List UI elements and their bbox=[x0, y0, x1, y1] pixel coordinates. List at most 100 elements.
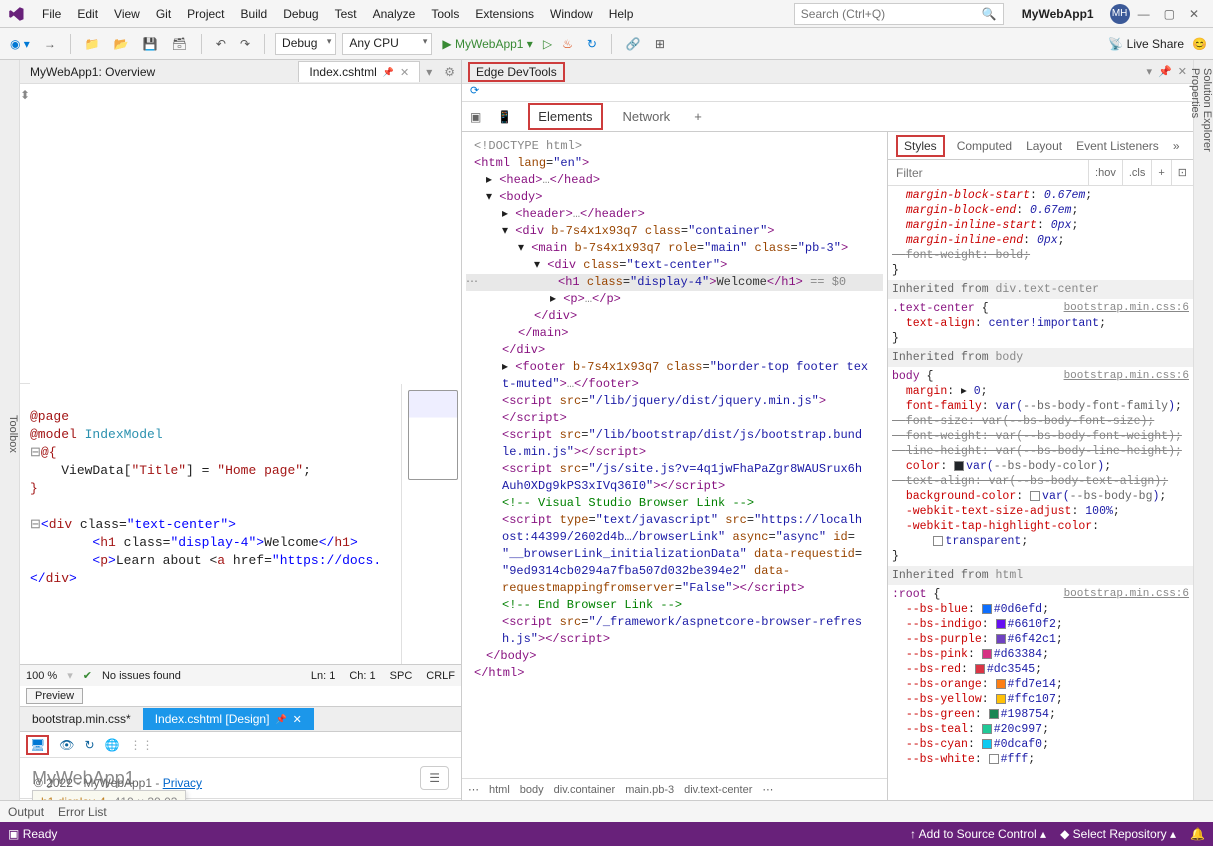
stab-events[interactable]: Event Listeners bbox=[1074, 134, 1161, 158]
user-avatar[interactable]: MH bbox=[1110, 4, 1130, 24]
search-box[interactable]: 🔍 bbox=[794, 3, 1004, 25]
device-icon[interactable]: 📱 bbox=[497, 110, 512, 124]
toolbox-rail[interactable]: Toolbox bbox=[0, 60, 20, 800]
menu-file[interactable]: File bbox=[34, 3, 69, 25]
devtab-add[interactable]: + bbox=[690, 103, 706, 130]
split-handle-icon[interactable]: ⬍ bbox=[20, 84, 30, 384]
search-input[interactable] bbox=[801, 7, 982, 21]
notifications-icon[interactable]: 🔔 bbox=[1190, 827, 1205, 841]
maximize-button[interactable]: ▢ bbox=[1164, 7, 1175, 21]
privacy-link[interactable]: Privacy bbox=[163, 776, 202, 790]
layout-icon[interactable]: ⊞ bbox=[651, 35, 669, 53]
crumb-body[interactable]: body bbox=[520, 784, 544, 796]
tab-bootstrap-css[interactable]: bootstrap.min.css* bbox=[20, 708, 143, 730]
code-editor[interactable]: ⬍ bbox=[20, 84, 461, 384]
inspect-icon[interactable]: ▣ bbox=[470, 110, 481, 124]
line-ending[interactable]: CRLF bbox=[426, 670, 455, 682]
feedback-icon[interactable]: 😊 bbox=[1192, 37, 1207, 51]
live-share-button[interactable]: 📡 Live Share bbox=[1108, 37, 1184, 51]
issues-text[interactable]: No issues found bbox=[102, 670, 181, 682]
new-rule-icon[interactable]: + bbox=[1151, 160, 1170, 185]
browser-link-icon[interactable]: 🔗 bbox=[622, 35, 645, 53]
new-project-icon[interactable]: 📁 bbox=[81, 35, 104, 53]
menu-tools[interactable]: Tools bbox=[423, 3, 467, 25]
save-all-icon[interactable]: 🗃 bbox=[168, 35, 191, 53]
redo-icon[interactable]: ↷ bbox=[236, 35, 254, 53]
stab-more-icon[interactable]: » bbox=[1171, 134, 1182, 158]
pin-icon[interactable]: 📌 bbox=[275, 714, 286, 725]
preview-button[interactable]: Preview bbox=[26, 688, 83, 704]
undo-icon[interactable]: ↶ bbox=[212, 35, 230, 53]
refresh-icon[interactable]: ↻ bbox=[583, 35, 601, 53]
close-button[interactable]: ✕ bbox=[1189, 7, 1199, 21]
search-icon[interactable]: 🔍 bbox=[982, 7, 997, 21]
menu-test[interactable]: Test bbox=[327, 3, 365, 25]
ln-col[interactable]: Ln: 1 bbox=[311, 670, 335, 682]
menu-build[interactable]: Build bbox=[233, 3, 276, 25]
add-source-control[interactable]: ↑ Add to Source Control ▴ bbox=[910, 827, 1046, 841]
hov-button[interactable]: :hov bbox=[1088, 160, 1122, 185]
menu-view[interactable]: View bbox=[106, 3, 148, 25]
preview-pane[interactable]: MyWebApp1 ☰ h1.display-4419 × 39.03 Welc… bbox=[20, 758, 461, 800]
devtab-network[interactable]: Network bbox=[619, 103, 675, 130]
tab-overview[interactable]: MyWebApp1: Overview bbox=[20, 62, 165, 82]
dom-tree[interactable]: <!DOCTYPE html> <html lang="en"> ▸ <head… bbox=[462, 132, 887, 778]
close-tab-icon[interactable]: ✕ bbox=[293, 713, 302, 726]
close-tab-icon[interactable]: ✕ bbox=[400, 66, 409, 79]
solution-explorer-rail[interactable]: Solution Explorer bbox=[1201, 68, 1213, 788]
crumb-div[interactable]: div.container bbox=[554, 784, 616, 796]
tab-index-cshtml[interactable]: Index.cshtml 📌 ✕ bbox=[298, 61, 420, 82]
stab-computed[interactable]: Computed bbox=[955, 134, 1014, 158]
tab-error-list[interactable]: Error List bbox=[58, 805, 107, 819]
tab-settings-icon[interactable]: ⚙ bbox=[438, 65, 461, 79]
cls-button[interactable]: .cls bbox=[1122, 160, 1152, 185]
menu-debug[interactable]: Debug bbox=[275, 3, 326, 25]
start-nodebug-button[interactable]: ▷ bbox=[543, 37, 552, 51]
stab-layout[interactable]: Layout bbox=[1024, 134, 1064, 158]
styles-rules[interactable]: margin-block-start: 0.67em; margin-block… bbox=[888, 186, 1193, 800]
nav-fwd-icon[interactable]: → bbox=[40, 35, 60, 53]
inspect-element-icon[interactable]: 🖥 bbox=[26, 735, 49, 755]
browser-icon[interactable]: 🌐 bbox=[105, 738, 120, 752]
indent-mode[interactable]: SPC bbox=[390, 670, 413, 682]
styles-filter-input[interactable] bbox=[888, 166, 1088, 180]
menu-edit[interactable]: Edit bbox=[69, 3, 106, 25]
pin-icon[interactable]: 📌 bbox=[383, 67, 394, 78]
color-picker-icon[interactable]: 👁 bbox=[59, 738, 74, 752]
crumb-main[interactable]: main.pb-3 bbox=[625, 784, 674, 796]
stab-styles[interactable]: Styles bbox=[896, 135, 945, 157]
hamburger-icon[interactable]: ☰ bbox=[420, 766, 449, 790]
code-content[interactable]: @page @model IndexModel ⊟@{ ViewData["Ti… bbox=[20, 384, 401, 664]
menu-analyze[interactable]: Analyze bbox=[365, 3, 424, 25]
devtab-elements[interactable]: Elements bbox=[528, 103, 602, 130]
tab-output[interactable]: Output bbox=[8, 805, 44, 819]
devtools-nav-icon[interactable]: ⟳ bbox=[462, 84, 1193, 102]
save-icon[interactable]: 💾 bbox=[139, 35, 162, 53]
dom-breadcrumbs[interactable]: ⋯ html body div.container main.pb-3 div.… bbox=[462, 778, 887, 800]
config-combo[interactable]: Debug bbox=[275, 33, 336, 55]
platform-combo[interactable]: Any CPU bbox=[342, 33, 432, 55]
menu-help[interactable]: Help bbox=[601, 3, 642, 25]
properties-rail[interactable]: Properties bbox=[1189, 68, 1201, 788]
open-icon[interactable]: 📂 bbox=[110, 35, 133, 53]
select-repository[interactable]: ◆ Select Repository ▴ bbox=[1060, 827, 1176, 841]
nav-back-icon[interactable]: ◉ ▾ bbox=[6, 35, 34, 53]
autohide-icon[interactable]: ▾ bbox=[1147, 65, 1153, 78]
minimize-button[interactable]: — bbox=[1138, 7, 1150, 21]
menu-git[interactable]: Git bbox=[148, 3, 179, 25]
hot-reload-icon[interactable]: ♨ bbox=[558, 35, 577, 53]
menu-project[interactable]: Project bbox=[179, 3, 232, 25]
ch-col[interactable]: Ch: 1 bbox=[349, 670, 375, 682]
crumb-textcenter[interactable]: div.text-center bbox=[684, 784, 752, 796]
ruler-icon[interactable]: ⋮⋮ bbox=[129, 738, 153, 752]
refresh-preview-icon[interactable]: ↻ bbox=[84, 738, 94, 752]
menu-extensions[interactable]: Extensions bbox=[467, 3, 542, 25]
zoom-level[interactable]: 100 % bbox=[26, 670, 57, 682]
start-debug-button[interactable]: ▶ MyWebApp1 ▾ bbox=[442, 37, 532, 51]
pin-panel-icon[interactable]: 📌 bbox=[1158, 65, 1172, 78]
crumb-html[interactable]: html bbox=[489, 784, 510, 796]
minimap[interactable] bbox=[401, 384, 461, 664]
project-name[interactable]: MyWebApp1 bbox=[1012, 5, 1104, 23]
menu-window[interactable]: Window bbox=[542, 3, 601, 25]
tab-overflow-icon[interactable]: ▾ bbox=[420, 65, 438, 79]
